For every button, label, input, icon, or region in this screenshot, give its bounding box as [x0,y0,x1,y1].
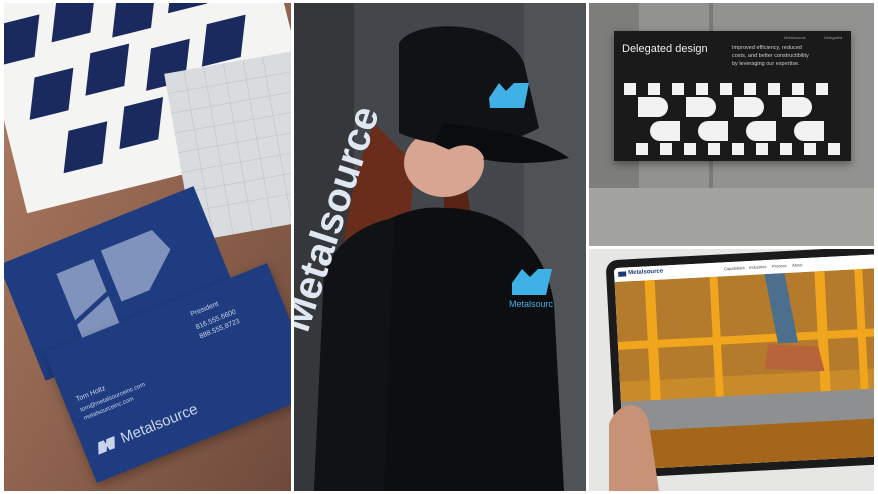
tablet-photo: Metalsource Capabilities Industries Proc… [589,249,874,491]
delegated-design-sign: Delegated design Metalsource Delegated I… [614,31,851,161]
nav-industries[interactable]: Industries [749,264,767,270]
site-logo-icon [618,271,627,277]
site-logo: Metalsource [628,268,664,277]
metalsource-logo-icon [94,435,119,454]
nav-process[interactable]: Process [772,263,787,269]
hoodie-logo-text: Metalsourc [509,299,554,309]
sign-body-2: costs, and better constructibility [732,53,809,59]
person-photo: Metalsourc Metalsource [294,3,586,491]
hero-image [614,268,874,470]
stationery-photo: President 816.555.6600 888.555.8723 Tom … [4,3,291,491]
tablet-device: Metalsource Capabilities Industries Proc… [605,249,874,479]
sign-pattern [624,83,840,155]
sign-title: Delegated design [622,43,708,55]
sign-body-3: by leveraging our expertise. [732,61,800,67]
sign-meta-left: Metalsource [784,35,806,40]
sign-meta-right: Delegated [824,35,843,40]
card-brand-name: Metalsource [118,400,201,447]
nav-capabilities[interactable]: Capabilities [724,265,745,271]
nav-about[interactable]: About [792,262,803,268]
sign-photo: Delegated design Metalsource Delegated I… [589,3,874,246]
tablet-screen: Metalsource Capabilities Industries Proc… [613,254,874,470]
sign-body-1: Improved efficiency, reduced [732,45,802,51]
